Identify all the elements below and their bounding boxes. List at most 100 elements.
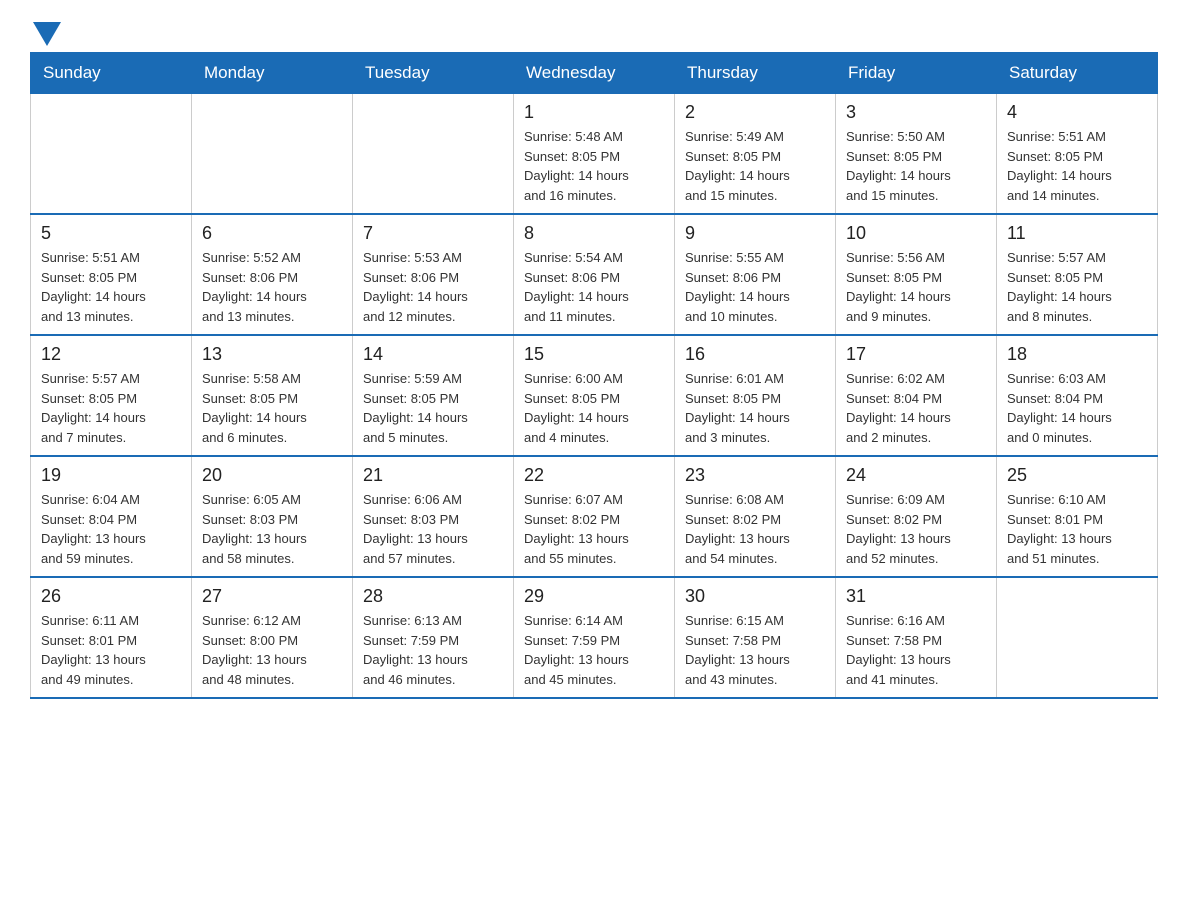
day-info: Sunrise: 5:57 AM Sunset: 8:05 PM Dayligh… <box>1007 248 1147 326</box>
day-number: 7 <box>363 223 503 244</box>
day-info: Sunrise: 6:15 AM Sunset: 7:58 PM Dayligh… <box>685 611 825 689</box>
calendar-cell: 5 Sunrise: 5:51 AM Sunset: 8:05 PM Daylig… <box>31 214 192 335</box>
weekday-header-thursday: Thursday <box>675 53 836 94</box>
calendar-body: 1 Sunrise: 5:48 AM Sunset: 8:05 PM Daylig… <box>31 94 1158 699</box>
day-info: Sunrise: 6:11 AM Sunset: 8:01 PM Dayligh… <box>41 611 181 689</box>
calendar-cell: 16 Sunrise: 6:01 AM Sunset: 8:05 PM Dayli… <box>675 335 836 456</box>
day-number: 20 <box>202 465 342 486</box>
calendar-cell: 19 Sunrise: 6:04 AM Sunset: 8:04 PM Dayli… <box>31 456 192 577</box>
day-info: Sunrise: 6:04 AM Sunset: 8:04 PM Dayligh… <box>41 490 181 568</box>
day-info: Sunrise: 6:00 AM Sunset: 8:05 PM Dayligh… <box>524 369 664 447</box>
calendar-cell: 10 Sunrise: 5:56 AM Sunset: 8:05 PM Dayli… <box>836 214 997 335</box>
day-info: Sunrise: 5:50 AM Sunset: 8:05 PM Dayligh… <box>846 127 986 205</box>
calendar-cell: 14 Sunrise: 5:59 AM Sunset: 8:05 PM Dayli… <box>353 335 514 456</box>
calendar-cell: 12 Sunrise: 5:57 AM Sunset: 8:05 PM Dayli… <box>31 335 192 456</box>
day-info: Sunrise: 6:08 AM Sunset: 8:02 PM Dayligh… <box>685 490 825 568</box>
day-info: Sunrise: 6:02 AM Sunset: 8:04 PM Dayligh… <box>846 369 986 447</box>
day-number: 26 <box>41 586 181 607</box>
calendar-table: SundayMondayTuesdayWednesdayThursdayFrid… <box>30 52 1158 699</box>
weekday-header-saturday: Saturday <box>997 53 1158 94</box>
day-info: Sunrise: 5:56 AM Sunset: 8:05 PM Dayligh… <box>846 248 986 326</box>
day-info: Sunrise: 6:05 AM Sunset: 8:03 PM Dayligh… <box>202 490 342 568</box>
calendar-cell <box>31 94 192 215</box>
day-number: 16 <box>685 344 825 365</box>
calendar-cell: 23 Sunrise: 6:08 AM Sunset: 8:02 PM Dayli… <box>675 456 836 577</box>
day-number: 17 <box>846 344 986 365</box>
day-number: 25 <box>1007 465 1147 486</box>
day-info: Sunrise: 5:51 AM Sunset: 8:05 PM Dayligh… <box>41 248 181 326</box>
day-number: 12 <box>41 344 181 365</box>
day-number: 2 <box>685 102 825 123</box>
calendar-cell: 24Sunrise: 6:09 AM Sunset: 8:02 PM Dayli… <box>836 456 997 577</box>
day-number: 5 <box>41 223 181 244</box>
calendar-cell <box>997 577 1158 698</box>
calendar-week-5: 26 Sunrise: 6:11 AM Sunset: 8:01 PM Dayli… <box>31 577 1158 698</box>
calendar-cell: 22Sunrise: 6:07 AM Sunset: 8:02 PM Dayli… <box>514 456 675 577</box>
calendar-cell: 30 Sunrise: 6:15 AM Sunset: 7:58 PM Dayli… <box>675 577 836 698</box>
calendar-cell: 3 Sunrise: 5:50 AM Sunset: 8:05 PM Daylig… <box>836 94 997 215</box>
day-number: 19 <box>41 465 181 486</box>
day-number: 30 <box>685 586 825 607</box>
day-info: Sunrise: 6:03 AM Sunset: 8:04 PM Dayligh… <box>1007 369 1147 447</box>
weekday-header-tuesday: Tuesday <box>353 53 514 94</box>
day-number: 15 <box>524 344 664 365</box>
day-number: 14 <box>363 344 503 365</box>
day-info: Sunrise: 6:16 AM Sunset: 7:58 PM Dayligh… <box>846 611 986 689</box>
day-number: 11 <box>1007 223 1147 244</box>
calendar-cell: 15 Sunrise: 6:00 AM Sunset: 8:05 PM Dayli… <box>514 335 675 456</box>
day-number: 1 <box>524 102 664 123</box>
calendar-cell: 21 Sunrise: 6:06 AM Sunset: 8:03 PM Dayli… <box>353 456 514 577</box>
day-number: 9 <box>685 223 825 244</box>
day-number: 8 <box>524 223 664 244</box>
day-number: 21 <box>363 465 503 486</box>
day-number: 24 <box>846 465 986 486</box>
day-info: Sunrise: 6:12 AM Sunset: 8:00 PM Dayligh… <box>202 611 342 689</box>
day-number: 22 <box>524 465 664 486</box>
calendar-cell: 7Sunrise: 5:53 AM Sunset: 8:06 PM Daylig… <box>353 214 514 335</box>
day-info: Sunrise: 6:01 AM Sunset: 8:05 PM Dayligh… <box>685 369 825 447</box>
calendar-week-4: 19 Sunrise: 6:04 AM Sunset: 8:04 PM Dayli… <box>31 456 1158 577</box>
day-info: Sunrise: 5:51 AM Sunset: 8:05 PM Dayligh… <box>1007 127 1147 205</box>
day-info: Sunrise: 5:58 AM Sunset: 8:05 PM Dayligh… <box>202 369 342 447</box>
calendar-cell: 18 Sunrise: 6:03 AM Sunset: 8:04 PM Dayli… <box>997 335 1158 456</box>
day-number: 29 <box>524 586 664 607</box>
page-header <box>30 20 1158 42</box>
day-info: Sunrise: 5:54 AM Sunset: 8:06 PM Dayligh… <box>524 248 664 326</box>
calendar-cell: 26 Sunrise: 6:11 AM Sunset: 8:01 PM Dayli… <box>31 577 192 698</box>
weekday-header-sunday: Sunday <box>31 53 192 94</box>
day-number: 4 <box>1007 102 1147 123</box>
day-info: Sunrise: 6:13 AM Sunset: 7:59 PM Dayligh… <box>363 611 503 689</box>
calendar-cell: 25 Sunrise: 6:10 AM Sunset: 8:01 PM Dayli… <box>997 456 1158 577</box>
day-info: Sunrise: 5:48 AM Sunset: 8:05 PM Dayligh… <box>524 127 664 205</box>
calendar-cell: 29 Sunrise: 6:14 AM Sunset: 7:59 PM Dayli… <box>514 577 675 698</box>
calendar-cell: 9 Sunrise: 5:55 AM Sunset: 8:06 PM Daylig… <box>675 214 836 335</box>
day-info: Sunrise: 6:14 AM Sunset: 7:59 PM Dayligh… <box>524 611 664 689</box>
calendar-cell: 4 Sunrise: 5:51 AM Sunset: 8:05 PM Daylig… <box>997 94 1158 215</box>
calendar-week-1: 1 Sunrise: 5:48 AM Sunset: 8:05 PM Daylig… <box>31 94 1158 215</box>
day-info: Sunrise: 5:57 AM Sunset: 8:05 PM Dayligh… <box>41 369 181 447</box>
day-number: 10 <box>846 223 986 244</box>
day-number: 23 <box>685 465 825 486</box>
weekday-header-friday: Friday <box>836 53 997 94</box>
day-info: Sunrise: 6:06 AM Sunset: 8:03 PM Dayligh… <box>363 490 503 568</box>
calendar-cell <box>192 94 353 215</box>
day-number: 27 <box>202 586 342 607</box>
day-info: Sunrise: 5:55 AM Sunset: 8:06 PM Dayligh… <box>685 248 825 326</box>
calendar-cell: 1 Sunrise: 5:48 AM Sunset: 8:05 PM Daylig… <box>514 94 675 215</box>
day-number: 3 <box>846 102 986 123</box>
logo <box>30 20 61 42</box>
calendar-cell: 11 Sunrise: 5:57 AM Sunset: 8:05 PM Dayli… <box>997 214 1158 335</box>
logo-triangle-icon <box>33 22 61 46</box>
day-number: 18 <box>1007 344 1147 365</box>
day-number: 31 <box>846 586 986 607</box>
calendar-cell: 13 Sunrise: 5:58 AM Sunset: 8:05 PM Dayli… <box>192 335 353 456</box>
calendar-cell: 17 Sunrise: 6:02 AM Sunset: 8:04 PM Dayli… <box>836 335 997 456</box>
weekday-header-row: SundayMondayTuesdayWednesdayThursdayFrid… <box>31 53 1158 94</box>
calendar-header: SundayMondayTuesdayWednesdayThursdayFrid… <box>31 53 1158 94</box>
day-number: 28 <box>363 586 503 607</box>
calendar-cell: 28 Sunrise: 6:13 AM Sunset: 7:59 PM Dayli… <box>353 577 514 698</box>
day-info: Sunrise: 5:59 AM Sunset: 8:05 PM Dayligh… <box>363 369 503 447</box>
day-number: 13 <box>202 344 342 365</box>
calendar-week-2: 5 Sunrise: 5:51 AM Sunset: 8:05 PM Daylig… <box>31 214 1158 335</box>
day-info: Sunrise: 6:10 AM Sunset: 8:01 PM Dayligh… <box>1007 490 1147 568</box>
